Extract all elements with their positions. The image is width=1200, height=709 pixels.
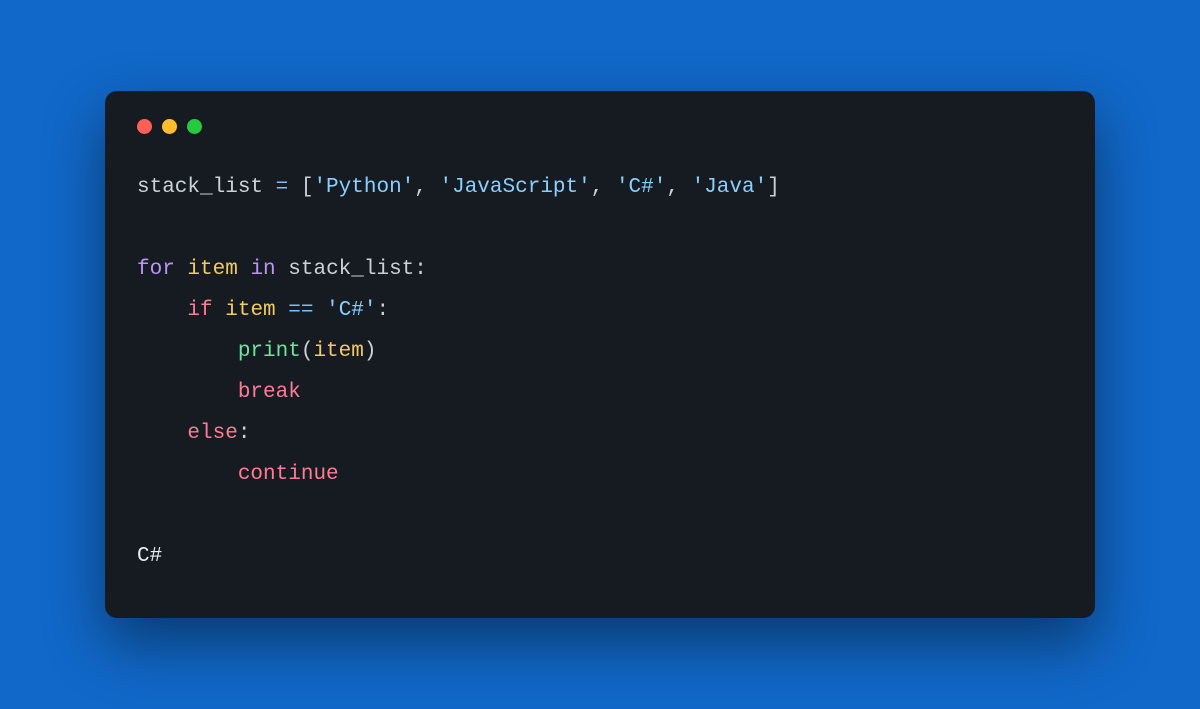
code-token: 'Java' (692, 176, 768, 199)
code-token: 'Python' (313, 176, 414, 199)
code-window: stack_list = ['Python', 'JavaScript', 'C… (105, 91, 1095, 617)
code-token: : (414, 258, 427, 281)
code-token: = (263, 176, 301, 199)
code-token: in (250, 258, 275, 281)
code-token: 'C#' (616, 176, 666, 199)
minimize-icon[interactable] (162, 119, 177, 134)
code-token: else (187, 422, 237, 445)
code-token: : (238, 422, 251, 445)
code-token: ) (364, 340, 377, 363)
close-icon[interactable] (137, 119, 152, 134)
code-indent (137, 381, 238, 404)
code-token: if (187, 299, 212, 322)
code-token: : (377, 299, 390, 322)
code-block: stack_list = ['Python', 'JavaScript', 'C… (137, 168, 1063, 577)
code-indent (137, 340, 238, 363)
code-token: 'JavaScript' (440, 176, 591, 199)
code-token: stack_list (137, 176, 263, 199)
code-token: , (666, 176, 691, 199)
code-token: continue (238, 463, 339, 486)
code-token: ] (767, 176, 780, 199)
window-titlebar (137, 119, 1063, 134)
code-token: item (313, 340, 363, 363)
code-token (313, 299, 326, 322)
zoom-icon[interactable] (187, 119, 202, 134)
code-token: stack_list (276, 258, 415, 281)
code-token: == (288, 299, 313, 322)
code-token: print (238, 340, 301, 363)
code-token: break (238, 381, 301, 404)
code-indent (137, 422, 187, 445)
code-token: item (175, 258, 251, 281)
code-output: C# (137, 545, 162, 568)
code-indent (137, 463, 238, 486)
code-token: 'C#' (326, 299, 376, 322)
code-token: ( (301, 340, 314, 363)
code-token: , (414, 176, 439, 199)
code-token: for (137, 258, 175, 281)
code-indent (137, 299, 187, 322)
code-token: item (213, 299, 289, 322)
code-token: , (591, 176, 616, 199)
code-token: [ (301, 176, 314, 199)
